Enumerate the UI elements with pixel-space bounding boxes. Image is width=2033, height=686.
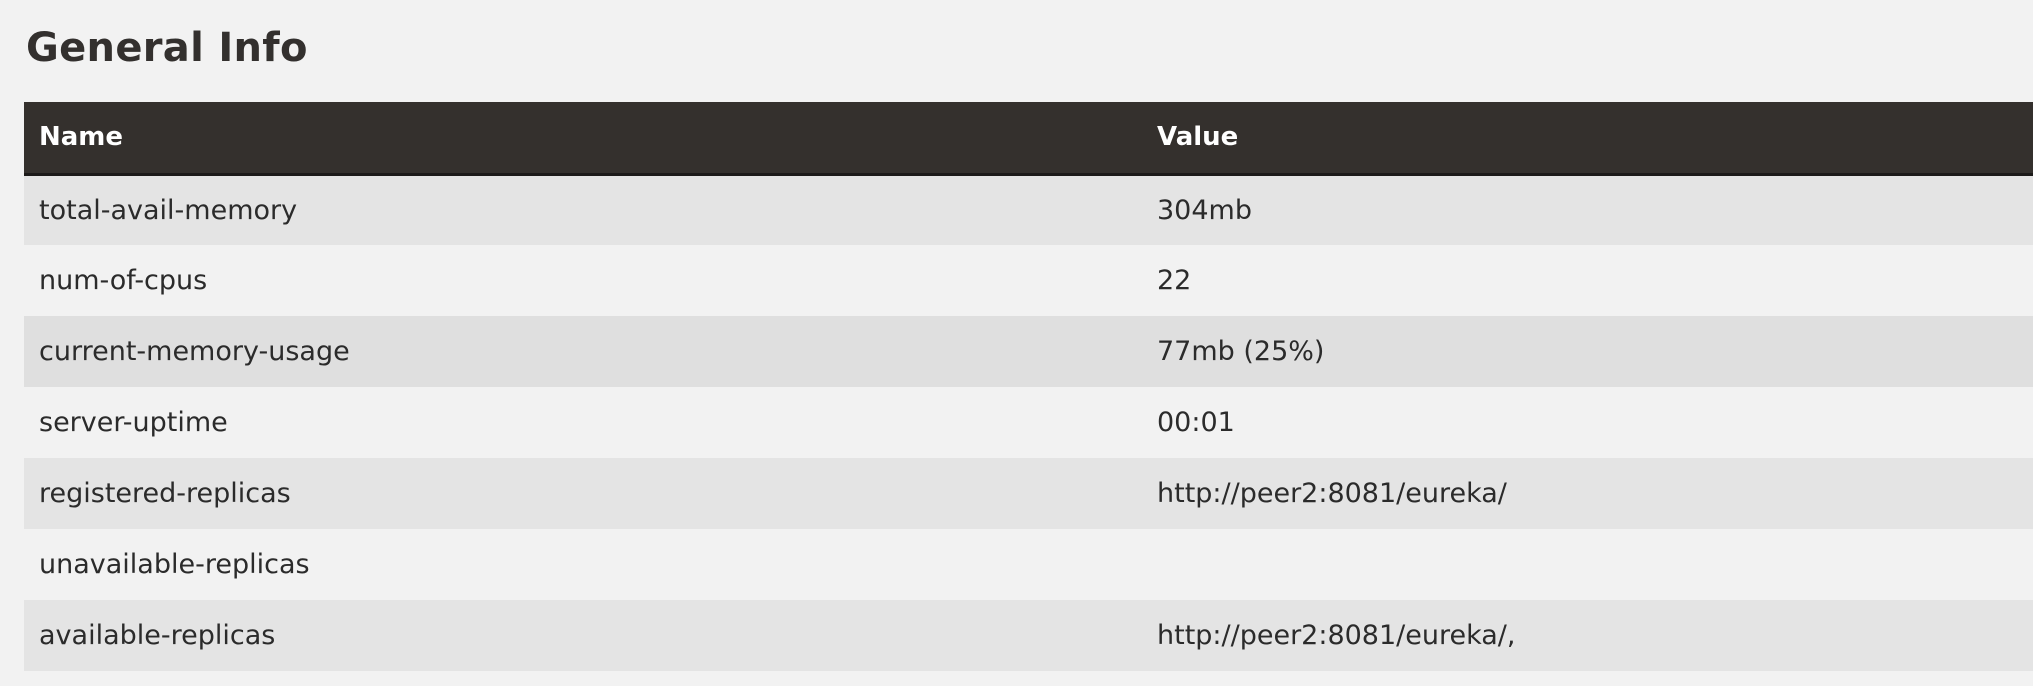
general-info-table: Name Value total-avail-memory 304mb num-… xyxy=(24,102,2033,671)
row-name-cell: total-avail-memory xyxy=(39,194,298,226)
table-row: total-avail-memory 304mb xyxy=(24,174,2033,245)
column-header-name: Name xyxy=(24,102,1142,176)
row-value-cell: 77mb (25%) xyxy=(1157,336,1325,367)
section-title: General Info xyxy=(26,25,308,71)
table-row: current-memory-usage 77mb (25%) xyxy=(24,316,2033,387)
row-value-cell: http://peer2:8081/eureka/ xyxy=(1157,478,1507,509)
row-name-cell: server-uptime xyxy=(39,407,228,438)
table-row: server-uptime 00:01 xyxy=(24,387,2033,458)
row-name-cell: registered-replicas xyxy=(39,478,291,509)
row-name-cell: current-memory-usage xyxy=(39,336,350,367)
column-header-value: Value xyxy=(1142,102,2033,176)
row-name-cell: num-of-cpus xyxy=(39,265,208,296)
table-header: Name Value xyxy=(24,102,2033,176)
row-value-cell: 00:01 xyxy=(1157,407,1235,438)
table-header-row: Name Value xyxy=(24,102,2033,176)
table-row: available-replicas http://peer2:8081/eur… xyxy=(24,600,2033,671)
row-value-cell: http://peer2:8081/eureka/, xyxy=(1157,620,1516,651)
row-value-cell xyxy=(1142,529,2033,600)
table-row: num-of-cpus 22 xyxy=(24,245,2033,316)
row-value-cell: 22 xyxy=(1157,265,1192,296)
table-body: total-avail-memory 304mb num-of-cpus 22 … xyxy=(24,174,2033,671)
table-row: registered-replicas http://peer2:8081/eu… xyxy=(24,458,2033,529)
row-value-cell: 304mb xyxy=(1157,194,1252,226)
row-name-cell: unavailable-replicas xyxy=(39,549,310,580)
table-row: unavailable-replicas xyxy=(24,529,2033,600)
general-info-page: General Info Name Value total-avail-memo… xyxy=(0,0,2033,686)
row-name-cell: available-replicas xyxy=(39,620,276,651)
